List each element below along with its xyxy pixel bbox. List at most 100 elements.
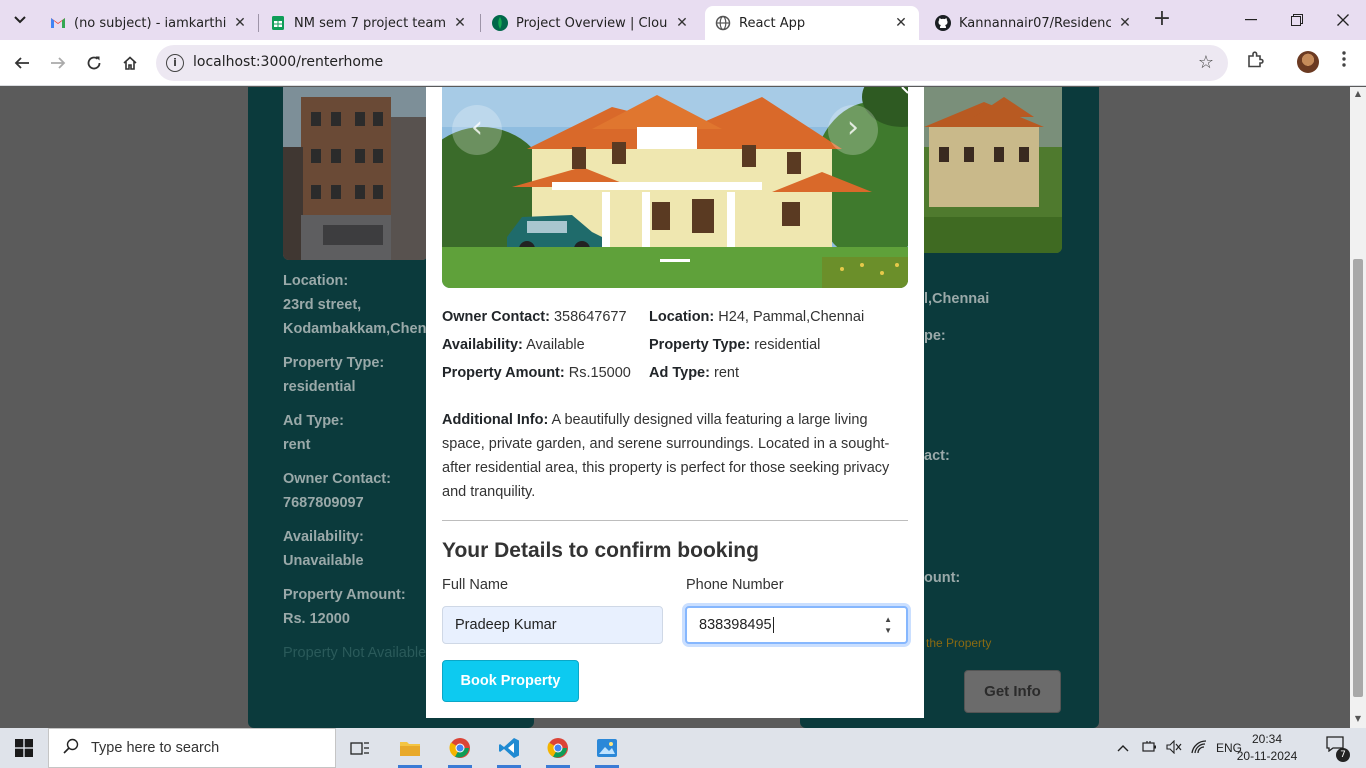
carousel-prev-chevron-icon[interactable]: ‹: [452, 105, 502, 155]
tab-close-icon[interactable]: ✕: [232, 15, 248, 31]
availability-label: Availability:: [442, 337, 523, 353]
property-type-value: residential: [283, 379, 356, 395]
tab-close-icon[interactable]: ✕: [674, 15, 690, 31]
forward-arrow-icon[interactable]: [44, 49, 72, 77]
search-placeholder: Type here to search: [91, 740, 220, 756]
full-name-input[interactable]: Pradeep Kumar: [442, 606, 663, 644]
full-name-value: Pradeep Kumar: [455, 617, 557, 633]
property-amount-row: Property Amount: Rs.15000: [442, 365, 631, 381]
property-photo-left: [283, 87, 428, 260]
more-menu-icon[interactable]: [1332, 51, 1356, 75]
tab-close-icon[interactable]: ✕: [452, 15, 468, 31]
scroll-down-arrow-icon[interactable]: ▼: [1350, 714, 1366, 723]
availability-label: Availability:: [283, 529, 364, 545]
tab-title: (no subject) - iamkarthigaika: [74, 15, 226, 31]
task-view-icon[interactable]: [340, 732, 380, 764]
property-details-left: Location: 23rd street, Kodambakkam,Chenn…: [283, 269, 447, 665]
additional-info: Additional Info: A beautifully designed …: [442, 408, 912, 504]
booking-form-title: Your Details to confirm booking: [442, 539, 759, 562]
chrome-profile-icon[interactable]: [538, 732, 578, 768]
ad-type-label: Ad Type:: [283, 413, 344, 429]
vscode-icon[interactable]: [489, 732, 529, 768]
number-spinner-icon[interactable]: ▲ ▼: [884, 614, 892, 636]
browser-tab-bar: (no subject) - iamkarthigaika ✕ NM sem 7…: [0, 0, 1366, 40]
reload-icon[interactable]: [80, 49, 108, 77]
property-type-label: Property Type:: [283, 355, 385, 371]
availability-status-note: Property Not Available: [283, 645, 427, 661]
home-icon[interactable]: [116, 49, 144, 77]
ad-type-value: rent: [713, 365, 739, 381]
notification-center-icon[interactable]: 7: [1318, 736, 1352, 762]
github-icon: [935, 15, 951, 31]
scrollbar-thumb[interactable]: [1353, 259, 1363, 697]
tab-react-app[interactable]: React App ✕: [705, 6, 919, 40]
tab-mongodb[interactable]: Project Overview | Cloud: Mo ✕: [482, 6, 700, 40]
file-explorer-icon[interactable]: [390, 732, 430, 768]
globe-icon: [715, 15, 731, 31]
availability-value: Available: [526, 337, 585, 353]
property-amount-value: Rs. 12000: [283, 611, 350, 627]
volume-muted-icon[interactable]: [1162, 739, 1186, 757]
sheets-icon: [270, 15, 286, 31]
window-close-icon[interactable]: [1320, 0, 1366, 40]
tab-github[interactable]: Kannannair07/Residence-Au ✕: [925, 6, 1143, 40]
photos-app-icon[interactable]: [587, 732, 627, 768]
section-divider: [442, 520, 908, 521]
clock-time: 20:34: [1251, 732, 1283, 746]
location-label: Location:: [649, 309, 715, 325]
restore-icon[interactable]: [1274, 0, 1320, 40]
property-link-fragment-right: the Property: [926, 636, 992, 650]
new-tab-plus-icon[interactable]: +: [1150, 8, 1174, 32]
address-bar[interactable]: i localhost:3000/renterhome ☆: [156, 45, 1228, 81]
property-amount-label: Property Amount:: [442, 365, 565, 381]
site-info-icon[interactable]: i: [166, 54, 184, 72]
property-amount-value: Rs.15000: [568, 365, 631, 381]
tab-separator: [258, 14, 259, 32]
property-type-row: Property Type: residential: [649, 337, 820, 353]
owner-contact-row: Owner Contact: 358647677: [442, 309, 627, 325]
bookmark-star-icon[interactable]: ☆: [1198, 52, 1214, 73]
tab-title: Kannannair07/Residence-Au: [959, 15, 1111, 31]
show-hidden-icons-chevron-icon[interactable]: [1114, 741, 1132, 755]
tab-separator: [480, 14, 481, 32]
gmail-icon: [50, 15, 66, 31]
profile-avatar[interactable]: [1297, 51, 1319, 73]
owner-contact-value: 358647677: [553, 309, 627, 325]
property-type-label: Property Type:: [649, 337, 751, 353]
chrome-icon[interactable]: [440, 732, 480, 768]
minimize-icon[interactable]: [1228, 0, 1274, 40]
ad-type-row: Ad Type: rent: [649, 365, 739, 381]
windows-taskbar: Type here to search ENG 20:34 20-11-2024…: [0, 728, 1366, 768]
extensions-puzzle-icon[interactable]: [1243, 51, 1267, 75]
tab-search-icon[interactable]: [8, 8, 32, 32]
taskbar-clock[interactable]: 20:34 20-11-2024: [1236, 731, 1298, 765]
get-info-button[interactable]: Get Info: [964, 670, 1061, 713]
tab-title: NM sem 7 project team form: [294, 15, 446, 31]
phone-number-label: Phone Number: [686, 577, 784, 593]
tab-close-icon[interactable]: ✕: [1117, 15, 1133, 31]
scroll-up-arrow-icon[interactable]: ▲: [1350, 89, 1366, 98]
url-text[interactable]: localhost:3000/renterhome: [193, 54, 383, 70]
back-arrow-icon[interactable]: [8, 49, 36, 77]
tab-gmail[interactable]: (no subject) - iamkarthigaika ✕: [40, 6, 258, 40]
browser-toolbar: i localhost:3000/renterhome ☆: [0, 40, 1366, 86]
carousel-next-chevron-icon[interactable]: ›: [828, 105, 878, 155]
property-type-fragment-right: pe:: [924, 328, 946, 344]
phone-number-input[interactable]: 838398495 ▲ ▼: [685, 606, 908, 644]
location-fragment-right: l,Chennai: [924, 291, 990, 307]
booking-modal: ‹ › Owner Contact: 358647677 Availabilit…: [426, 87, 924, 718]
windows-start-icon[interactable]: [0, 728, 48, 768]
search-icon: [63, 738, 79, 759]
carousel-indicator[interactable]: [660, 259, 690, 262]
wifi-icon[interactable]: [1186, 739, 1212, 757]
phone-number-value: 838398495: [699, 617, 772, 633]
page-scrollbar[interactable]: ▲ ▼: [1350, 87, 1366, 728]
taskbar-search-box[interactable]: Type here to search: [48, 728, 336, 768]
tab-sheets[interactable]: NM sem 7 project team form ✕: [260, 6, 478, 40]
property-image-carousel: ‹ ›: [442, 87, 908, 288]
text-caret: [772, 617, 774, 633]
power-plug-icon[interactable]: [1138, 740, 1162, 757]
book-property-button[interactable]: Book Property: [442, 660, 579, 702]
property-photo-right: [924, 87, 1062, 253]
tab-close-icon[interactable]: ✕: [893, 15, 909, 31]
